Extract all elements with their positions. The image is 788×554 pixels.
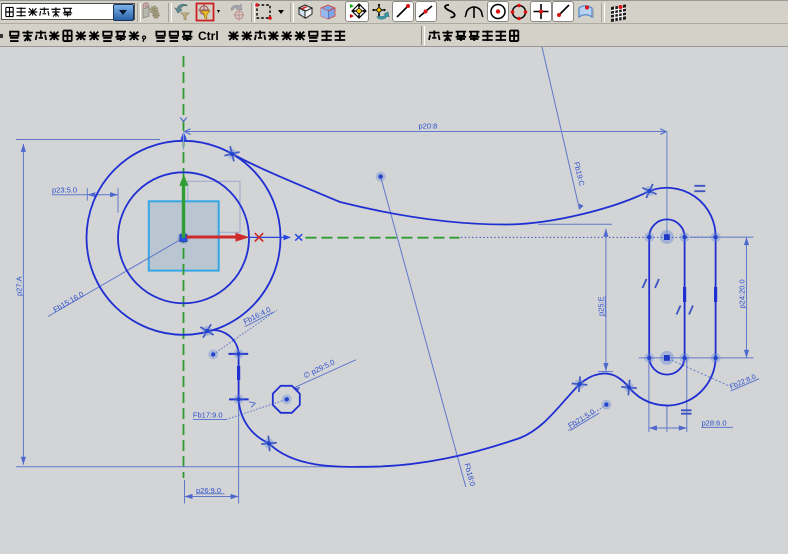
svg-text:p27:A: p27:A xyxy=(15,276,24,296)
svg-text:p20:8: p20:8 xyxy=(419,122,438,131)
svg-text:Fb17:9.0: Fb17:9.0 xyxy=(193,411,223,420)
svg-text:p26:9.0: p26:9.0 xyxy=(196,486,221,495)
svg-text:Ctrl: Ctrl xyxy=(198,29,219,43)
svg-text:p28:6.0: p28:6.0 xyxy=(702,419,727,428)
svg-text:p25:E: p25:E xyxy=(597,296,606,316)
svg-text:p24:20.0: p24:20.0 xyxy=(738,279,747,308)
svg-text:p23:5.0: p23:5.0 xyxy=(52,186,77,195)
